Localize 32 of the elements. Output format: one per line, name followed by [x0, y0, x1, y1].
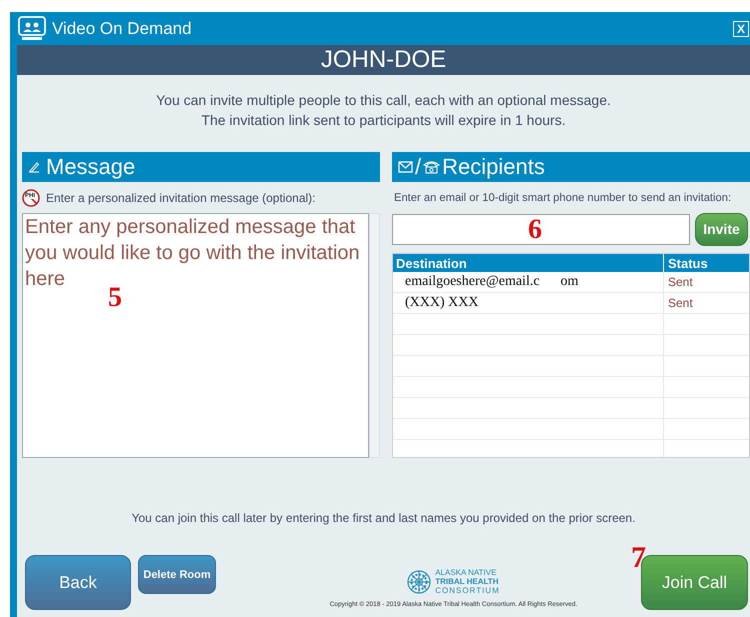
logo-text: CONSORTIUM	[435, 586, 500, 595]
recipients-hint: Enter an email or 10-digit smart phone number to send an invitation:	[393, 190, 732, 206]
table-cell: Sent	[668, 296, 693, 310]
panel-title: Message	[46, 154, 136, 180]
close-button[interactable]: X	[732, 20, 749, 36]
invite-button[interactable]: Invite	[695, 212, 748, 246]
room-name-bar: JOHN-DOE	[17, 45, 750, 75]
intro-text: You can invite multiple people to this call, each with an optional message.	[156, 91, 611, 110]
table-cell-text: emailgoeshere@email.c om	[404, 274, 578, 290]
column-header: Destination	[395, 254, 468, 272]
table-cell-text: (XXX) XXX	[404, 295, 478, 311]
back-button[interactable]: Back	[25, 555, 131, 610]
logo-text: TRIBAL HEALTH	[435, 577, 500, 586]
pen-icon	[28, 161, 40, 173]
delete-room-button[interactable]: Delete Room	[138, 555, 216, 594]
recipient-input[interactable]	[392, 214, 690, 244]
logo-text: ALASKA NATIVE	[435, 568, 498, 577]
join-later-note: You can join this call later by entering the first and last names you provided on the prior screen.	[130, 510, 636, 527]
message-hint: Enter a personalized invitation message (optional):	[46, 190, 316, 204]
intro-text: The invitation link sent to participants will expire in 1 hours.	[201, 111, 566, 130]
table-cell: Sent	[668, 275, 693, 289]
scrollbar[interactable]	[369, 213, 380, 458]
separator-slash: /	[415, 154, 422, 180]
annotation-number: 5	[108, 282, 122, 314]
window-title: Video On Demand	[52, 18, 192, 38]
panel-title: Recipients	[442, 154, 545, 180]
phone-icon	[423, 160, 440, 174]
envelope-icon	[398, 161, 413, 173]
column-header: Status	[663, 254, 749, 272]
video-chat-icon	[18, 16, 46, 42]
annotation-number: 6	[528, 214, 542, 246]
emblem-icon	[407, 570, 432, 594]
